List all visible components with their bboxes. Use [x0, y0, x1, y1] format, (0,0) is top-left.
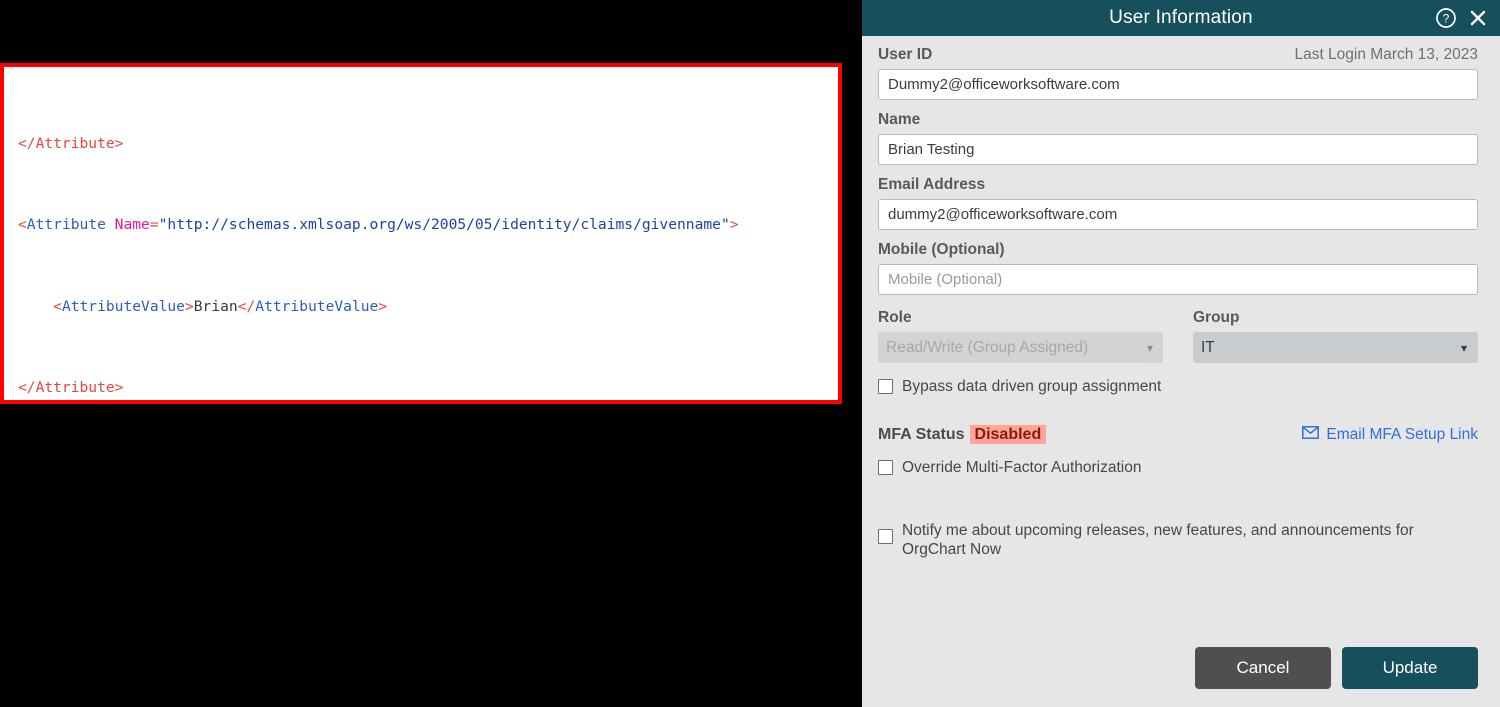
- code-viewer-panel: </Attribute> <Attribute Name="http://sch…: [0, 0, 862, 707]
- role-select[interactable]: Read/Write (Group Assigned): [878, 332, 1163, 363]
- envelope-icon: [1302, 426, 1320, 444]
- override-mfa-checkbox-row[interactable]: Override Multi-Factor Authorization: [878, 458, 1478, 477]
- close-icon[interactable]: [1468, 8, 1488, 28]
- mfa-status-group: MFA Status Disabled: [878, 425, 1047, 444]
- code-line: <Attribute Name="http://schemas.xmlsoap.…: [18, 216, 739, 234]
- user-id-input[interactable]: [878, 69, 1478, 100]
- email-mfa-setup-link-label: Email MFA Setup Link: [1326, 426, 1478, 443]
- notify-checkbox-label: Notify me about upcoming releases, new f…: [902, 522, 1414, 558]
- last-login-text: Last Login March 13, 2023: [1294, 46, 1478, 63]
- user-id-label: User ID: [878, 46, 933, 63]
- cancel-button[interactable]: Cancel: [1195, 647, 1331, 689]
- mfa-status-row: MFA Status Disabled Email MFA Setup Link: [878, 425, 1478, 444]
- question-circle-icon[interactable]: ?: [1435, 7, 1457, 29]
- email-mfa-setup-link[interactable]: Email MFA Setup Link: [1302, 426, 1478, 444]
- user-information-dialog: User Information ? User ID Last Login Ma…: [862, 0, 1500, 707]
- status-badge: Disabled: [969, 425, 1047, 444]
- notify-checkbox[interactable]: [878, 529, 893, 544]
- dialog-title: User Information: [1109, 7, 1253, 28]
- mfa-status-label: MFA Status: [878, 426, 965, 443]
- override-mfa-checkbox-label: Override Multi-Factor Authorization: [902, 459, 1142, 476]
- dialog-footer: Cancel Update: [862, 647, 1500, 707]
- dialog-header: User Information ?: [862, 0, 1500, 36]
- bypass-checkbox[interactable]: [878, 379, 893, 394]
- code-line: <AttributeValue>Brian</AttributeValue>: [53, 297, 388, 315]
- code-content[interactable]: </Attribute> <Attribute Name="http://sch…: [4, 67, 838, 400]
- role-label: Role: [878, 309, 912, 326]
- code-line: </Attribute>: [18, 379, 124, 397]
- name-label: Name: [878, 111, 921, 128]
- group-label: Group: [1193, 309, 1240, 326]
- code-line: </Attribute>: [18, 135, 124, 153]
- svg-text:?: ?: [1443, 12, 1450, 26]
- notify-checkbox-row[interactable]: Notify me about upcoming releases, new f…: [878, 521, 1478, 559]
- email-address-label: Email Address: [878, 176, 986, 193]
- group-select[interactable]: IT: [1193, 332, 1478, 363]
- role-group-row: Role Read/Write (Group Assigned) ▾ Group…: [878, 309, 1478, 363]
- bypass-checkbox-row[interactable]: Bypass data driven group assignment: [878, 377, 1478, 396]
- name-input[interactable]: [878, 134, 1478, 165]
- override-mfa-checkbox[interactable]: [878, 460, 893, 475]
- mobile-input[interactable]: [878, 264, 1478, 295]
- bypass-checkbox-label: Bypass data driven group assignment: [902, 378, 1162, 395]
- mobile-label: Mobile (Optional): [878, 241, 1005, 258]
- highlighted-code-box: </Attribute> <Attribute Name="http://sch…: [0, 63, 842, 404]
- update-button[interactable]: Update: [1342, 647, 1478, 689]
- dialog-body: User ID Last Login March 13, 2023 Name E…: [862, 36, 1500, 647]
- email-address-input[interactable]: [878, 199, 1478, 230]
